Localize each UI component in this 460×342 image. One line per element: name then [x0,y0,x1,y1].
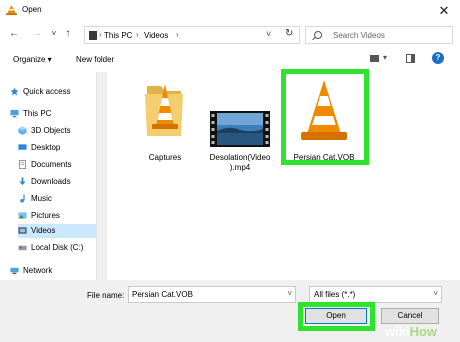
document-icon [18,160,27,169]
chevron-right-icon[interactable]: › [176,30,179,39]
file-list: Captures Desolation(Video ).mp4 Persian … [107,69,460,280]
refresh-icon[interactable]: ↻ [285,28,293,39]
sidebar-item-3d-objects[interactable]: 3D Objects [18,124,96,138]
video-icon [18,227,27,234]
cube-icon [18,126,27,135]
sidebar-item-desktop[interactable]: Desktop [18,141,96,155]
desktop-icon [18,144,27,150]
picture-icon [18,212,27,219]
command-bar: Organize ▾ New folder ▾ ? [0,48,460,72]
back-button[interactable]: ← [7,27,21,41]
navigation-scrollbar[interactable] [97,72,107,280]
chevron-right-icon: › [99,30,102,39]
sidebar-item-documents[interactable]: Documents [18,158,96,172]
star-icon [10,87,19,96]
forward-button[interactable]: → [30,27,44,41]
breadcrumb-videos[interactable]: Videos [144,31,168,40]
file-name-line1: Desolation(Video [209,153,271,162]
search-placeholder[interactable]: Search Videos [333,31,385,40]
file-item-captures[interactable]: Captures [139,78,191,168]
preview-pane-icon[interactable] [406,54,415,63]
address-dropdown-icon[interactable]: ˅ [266,29,271,39]
search-box[interactable]: Search Videos [305,26,453,44]
chevron-down-icon[interactable]: ˅ [287,289,292,298]
file-name-input[interactable] [129,287,282,301]
recent-locations-button[interactable]: ˅ [47,27,61,41]
close-button[interactable]: ✕ [434,2,454,20]
wikihow-watermark: wikiHow [385,324,438,339]
chevron-right-icon[interactable]: › [136,30,139,39]
sidebar-item-downloads[interactable]: Downloads [18,175,96,189]
computer-icon [89,31,97,40]
sidebar-item-music[interactable]: Music [18,192,96,206]
address-bar[interactable]: › This PC › Videos › ˅ ↻ [84,26,300,44]
disk-icon [18,245,27,251]
file-name: Captures [148,153,182,162]
title-bar: Open ✕ [0,0,460,22]
cancel-button[interactable]: Cancel [381,308,439,324]
search-icon [314,31,322,39]
file-type-filter[interactable]: All files (*.*) ˅ [309,286,442,303]
video-thumbnail [210,111,270,147]
selected-file-highlight [281,69,369,165]
file-item-desolation-video[interactable]: Desolation(Video ).mp4 [201,78,279,178]
file-name-field[interactable]: ˅ [128,286,296,303]
sidebar-item-pictures[interactable]: Pictures [18,209,96,223]
view-dropdown-icon[interactable]: ▾ [383,53,387,62]
sidebar-item-network[interactable]: Network [10,264,96,278]
download-icon [19,177,26,186]
file-name-label: File name: [87,291,125,300]
folder-icon [145,84,183,136]
music-icon [20,194,25,203]
chevron-down-icon[interactable]: ˅ [433,289,438,298]
navigation-pane: Quick access This PC 3D Objects Desktop … [0,72,97,280]
sidebar-item-local-disk[interactable]: Local Disk (C:) [18,241,96,255]
organize-button[interactable]: Organize ▾ [13,55,52,64]
file-name-line2: ).mp4 [229,163,251,172]
vlc-app-icon [6,5,17,15]
breadcrumb-this-pc[interactable]: This PC [104,31,132,40]
open-dialog: Open ✕ ← → ˅ ↑ › This PC › Videos › ˅ ↻ … [0,0,460,342]
window-title: Open [22,5,42,14]
sidebar-item-quick-access[interactable]: Quick access [10,85,96,99]
view-options-icon[interactable] [370,55,379,62]
sidebar-item-videos[interactable]: Videos [18,224,96,238]
computer-icon [10,109,19,118]
sidebar-item-this-pc[interactable]: This PC [10,107,96,121]
up-button[interactable]: ↑ [61,27,75,41]
open-button[interactable]: Open [305,308,367,324]
network-icon [10,267,19,275]
new-folder-button[interactable]: New folder [76,55,114,64]
help-icon[interactable]: ? [432,52,444,64]
navigation-bar: ← → ˅ ↑ › This PC › Videos › ˅ ↻ Search … [0,22,460,48]
file-type-value: All files (*.*) [314,290,356,299]
